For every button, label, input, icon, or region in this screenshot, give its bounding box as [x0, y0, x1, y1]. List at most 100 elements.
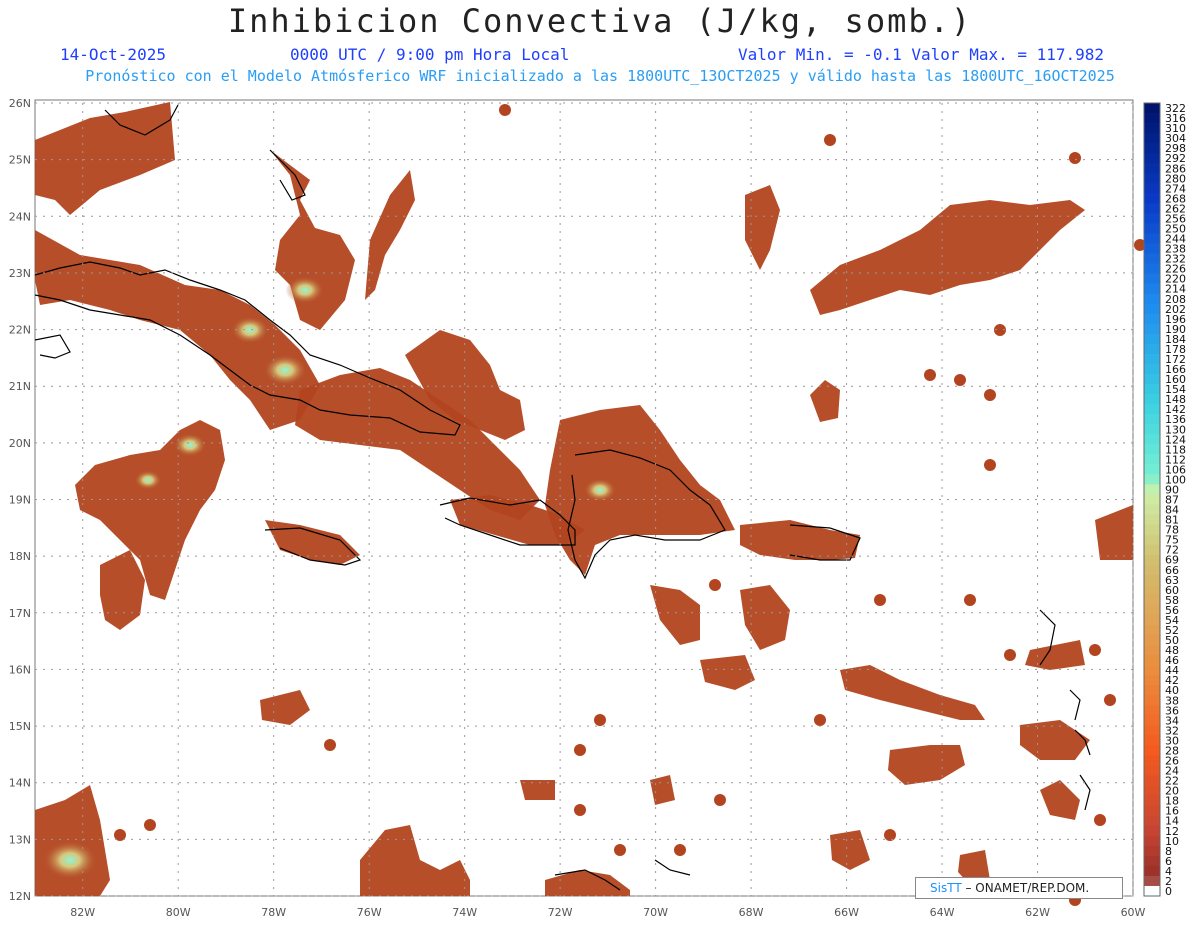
- lon-label: 68W: [739, 906, 764, 919]
- colorbar-swatch: [1144, 685, 1160, 696]
- colorbar-swatch: [1144, 775, 1160, 787]
- colorbar-swatch: [1144, 524, 1160, 536]
- colorbar-swatch: [1144, 845, 1160, 857]
- lat-label: 20N: [9, 437, 31, 450]
- colorbar-swatch: [1144, 464, 1160, 475]
- colorbar-swatch: [1144, 825, 1160, 837]
- lon-label: 74W: [452, 906, 477, 919]
- lat-label: 18N: [9, 550, 31, 563]
- colorbar-swatch: [1144, 725, 1160, 736]
- colorbar-swatch: [1144, 785, 1160, 797]
- colorbar-swatch: [1144, 645, 1160, 656]
- cin-speck: [984, 389, 996, 401]
- colorbar-swatch: [1144, 584, 1160, 596]
- colorbar-swatch: [1144, 544, 1160, 556]
- colorbar-swatch: [1144, 534, 1160, 546]
- cin-speck: [874, 594, 886, 606]
- lat-label: 15N: [9, 720, 31, 733]
- latitude-labels: 26N 25N 24N 23N 22N 21N 20N 19N 18N 17N 16N 15N 14N 1…: [9, 97, 31, 903]
- lat-label: 17N: [9, 607, 31, 620]
- colorbar-swatch: [1144, 604, 1160, 616]
- lat-label: 23N: [9, 267, 31, 280]
- colorbar-swatch: [1144, 765, 1160, 777]
- cin-speck: [594, 714, 606, 726]
- colorbar-swatch: [1144, 574, 1160, 586]
- colorbar-swatch: [1144, 233, 1160, 245]
- cin-speck: [614, 844, 626, 856]
- lon-label: 78W: [261, 906, 286, 919]
- colorbar-swatch: [1144, 293, 1160, 305]
- cin-speck: [709, 579, 721, 591]
- longitude-labels: 82W 80W 78W 76W 74W 72W 70W 68W 66W 64W 62W 60W: [70, 906, 1145, 919]
- colorbar-swatch: [1144, 374, 1160, 385]
- colorbar-swatch: [1144, 263, 1160, 275]
- colorbar-swatch: [1144, 665, 1160, 676]
- colorbar-swatch: [1144, 885, 1160, 897]
- org-label: – ONAMET/REP.DOM.: [965, 881, 1090, 895]
- colorbar-swatch: [1144, 143, 1160, 154]
- colorbar-swatch: [1144, 815, 1160, 827]
- cin-maximum: [262, 354, 308, 386]
- colorbar-swatch: [1144, 153, 1160, 164]
- colorbar-swatch: [1144, 805, 1160, 817]
- colorbar-swatch: [1144, 745, 1160, 756]
- colorbar-swatch: [1144, 173, 1160, 184]
- colorbar-swatch: [1144, 313, 1160, 325]
- lat-label: 16N: [9, 663, 31, 676]
- lon-label: 64W: [930, 906, 955, 919]
- cin-speck: [954, 374, 966, 386]
- lat-label: 13N: [9, 833, 31, 846]
- colorbar-swatch: [1144, 323, 1160, 335]
- colorbar-swatch: [1144, 484, 1160, 495]
- cin-speck: [884, 829, 896, 841]
- colorbar-swatch: [1144, 865, 1160, 877]
- cin-maximum: [42, 840, 98, 880]
- colorbar-swatch: [1144, 474, 1160, 485]
- lon-label: 82W: [70, 906, 95, 919]
- lat-label: 21N: [9, 380, 31, 393]
- colorbar-swatch: [1144, 193, 1160, 204]
- cin-speck: [324, 739, 336, 751]
- colorbar-swatch: [1144, 414, 1160, 425]
- colorbar-swatch: [1144, 253, 1160, 265]
- lon-label: 76W: [357, 906, 382, 919]
- colorbar-swatch: [1144, 133, 1160, 144]
- colorbar-swatch: [1144, 404, 1160, 415]
- cin-speck: [574, 744, 586, 756]
- cin-speck: [1069, 152, 1081, 164]
- cin-maximum: [583, 478, 617, 502]
- colorbar-swatch: [1144, 363, 1160, 375]
- colorbar-swatch: [1144, 735, 1160, 746]
- cin-maximum: [134, 470, 162, 490]
- lat-label: 12N: [9, 890, 31, 903]
- lat-label: 24N: [9, 210, 31, 223]
- colorbar-swatch: [1144, 303, 1160, 315]
- cin-speck: [964, 594, 976, 606]
- colorbar-swatch: [1144, 353, 1160, 365]
- cin-speck: [574, 804, 586, 816]
- colorbar-swatch: [1144, 434, 1160, 445]
- colorbar-swatch: [1144, 424, 1160, 435]
- lon-label: 62W: [1025, 906, 1050, 919]
- colorbar-swatch: [1144, 203, 1160, 214]
- colorbar-swatch: [1144, 755, 1160, 767]
- lon-label: 60W: [1121, 906, 1146, 919]
- cin-area: [520, 780, 555, 800]
- lon-label: 70W: [643, 906, 668, 919]
- lon-label: 72W: [548, 906, 573, 919]
- colorbar-swatch: [1144, 243, 1160, 255]
- colorbar-swatch: [1144, 624, 1160, 636]
- cin-speck: [674, 844, 686, 856]
- colorbar-swatch: [1144, 594, 1160, 606]
- colorbar-swatch: [1144, 715, 1160, 726]
- colorbar-swatch: [1144, 875, 1160, 887]
- cin-speck: [824, 134, 836, 146]
- lat-label: 25N: [9, 154, 31, 167]
- colorbar-swatch: [1144, 223, 1160, 234]
- colorbar-swatch: [1144, 695, 1160, 706]
- cin-speck: [1089, 644, 1101, 656]
- colorbar-swatch: [1144, 514, 1160, 526]
- colorbar-swatch: [1144, 273, 1160, 285]
- brand-logo: SisTT: [930, 881, 962, 895]
- colorbar-swatch: [1144, 444, 1160, 455]
